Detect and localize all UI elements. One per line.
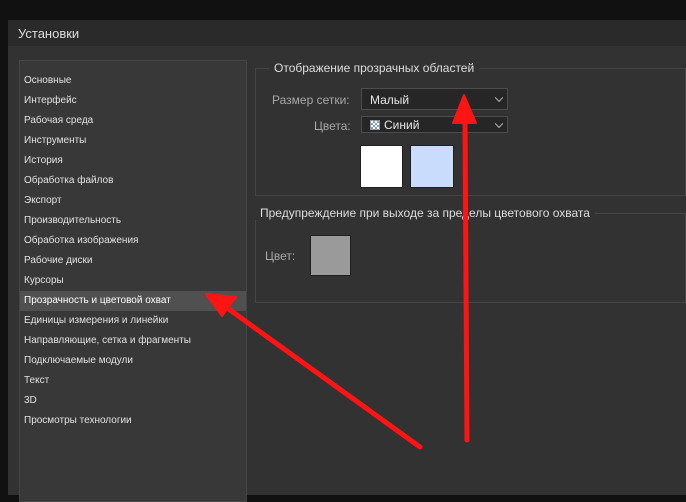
arrow-to-sidebar-shaft bbox=[227, 307, 423, 450]
annotation-arrows bbox=[205, 94, 477, 450]
arrow-to-grid-size-shaft bbox=[462, 119, 470, 443]
arrow-to-grid-size-head bbox=[452, 94, 477, 124]
